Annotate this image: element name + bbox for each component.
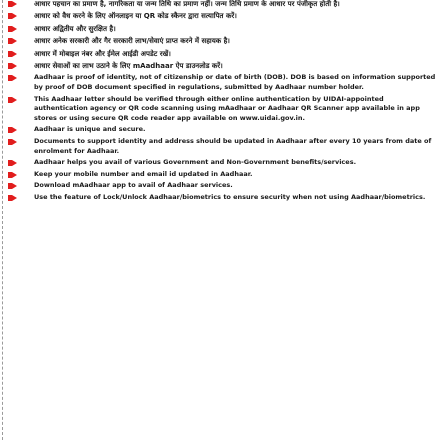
item-text: आधार सेवाओं का लाभ उठाने के लिए mAadhaar… bbox=[34, 62, 223, 71]
list-item: Use the feature of Lock/Unlock Aadhaar/b… bbox=[8, 193, 436, 203]
item-text: आधार को वैध करने के लिए ऑनलाइन या QR कोड… bbox=[34, 12, 237, 21]
list-item: Aadhaar is proof of identity, not of cit… bbox=[8, 73, 436, 92]
item-text: Aadhaar is unique and secure. bbox=[34, 125, 146, 134]
item-text: Documents to support identity and addres… bbox=[34, 137, 432, 155]
list-item: Documents to support identity and addres… bbox=[8, 137, 436, 156]
info-list: आधार पहचान का प्रमाण है, नागरिकता या जन्… bbox=[8, 0, 436, 205]
item-text: Keep your mobile number and email id upd… bbox=[34, 169, 253, 178]
bullet-icon bbox=[8, 183, 17, 190]
item-text: आधार में मोबाइल नंबर और ईमेल आईडी अपडेट … bbox=[34, 49, 171, 58]
list-item: आधार पहचान का प्रमाण है, नागरिकता या जन्… bbox=[8, 0, 436, 9]
list-item: आधार सेवाओं का लाभ उठाने के लिए mAadhaar… bbox=[8, 61, 436, 71]
bullet-icon bbox=[8, 38, 17, 45]
list-item: Download mAadhaar app to avail of Aadhaa… bbox=[8, 181, 436, 191]
list-item: Aadhaar is unique and secure. bbox=[8, 125, 436, 135]
list-item: आधार को वैध करने के लिए ऑनलाइन या QR कोड… bbox=[8, 11, 436, 21]
item-text: Download mAadhaar app to avail of Aadhaa… bbox=[34, 181, 233, 190]
item-text: Aadhaar is proof of identity, not of cit… bbox=[34, 73, 436, 92]
bullet-icon bbox=[8, 171, 17, 178]
bullet-icon bbox=[8, 139, 17, 145]
bullet-icon bbox=[8, 160, 17, 167]
item-text: This Aadhaar letter should be verified t… bbox=[34, 94, 420, 122]
bullet-icon bbox=[8, 25, 17, 32]
list-item: This Aadhaar letter should be verified t… bbox=[8, 95, 436, 124]
item-text: Use the feature of Lock/Unlock Aadhaar/b… bbox=[34, 192, 426, 201]
item-text: आधार अनेक सरकारी और गैर सरकारी लाभ/सेवाए… bbox=[34, 37, 230, 46]
list-item: आधार अद्वितीय और सुरक्षित है। bbox=[8, 24, 436, 34]
item-text: आधार पहचान का प्रमाण है, नागरिकता या जन्… bbox=[34, 0, 340, 8]
bullet-icon bbox=[8, 194, 17, 201]
bullet-icon bbox=[8, 96, 17, 103]
aadhaar-info-page: आधार पहचान का प्रमाण है, नागरिकता या जन्… bbox=[0, 0, 440, 440]
item-text: Aadhaar helps you avail of various Gover… bbox=[34, 158, 357, 167]
bullet-icon bbox=[8, 75, 17, 82]
cut-line bbox=[2, 0, 3, 440]
bullet-icon bbox=[8, 127, 17, 134]
list-item: आधार अनेक सरकारी और गैर सरकारी लाभ/सेवाए… bbox=[8, 36, 436, 46]
list-item: Keep your mobile number and email id upd… bbox=[8, 170, 436, 180]
bullet-icon bbox=[8, 13, 17, 20]
bullet-icon bbox=[8, 50, 17, 57]
bullet-icon bbox=[8, 63, 17, 70]
list-item: Aadhaar helps you avail of various Gover… bbox=[8, 158, 436, 168]
item-text: आधार अद्वितीय और सुरक्षित है। bbox=[34, 24, 116, 33]
list-item: आधार में मोबाइल नंबर और ईमेल आईडी अपडेट … bbox=[8, 49, 436, 59]
bullet-icon bbox=[8, 1, 17, 7]
